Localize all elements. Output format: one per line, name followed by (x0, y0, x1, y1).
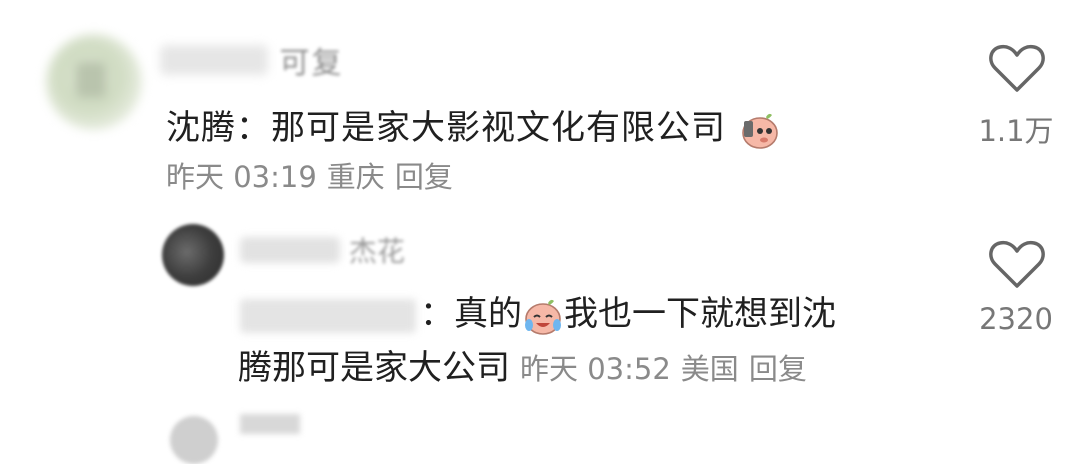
reply-button[interactable]: 回复 (749, 352, 807, 386)
commenter-avatar[interactable] (46, 34, 142, 130)
like-count: 2320 (979, 302, 1053, 336)
reply-text-part2: 我也一下就想到沈 (564, 294, 836, 334)
reply-text-line-1[interactable]: ：真的 我也一下就想到沈 (240, 286, 836, 337)
reply-text-part1: 真的 (454, 294, 522, 334)
reply-button[interactable]: 回复 (395, 160, 453, 194)
username-redacted (240, 237, 340, 263)
heart-outline-icon[interactable] (987, 42, 1047, 94)
reply-avatar[interactable] (162, 224, 224, 286)
username-visible-part: 杰花 (348, 235, 405, 268)
crying-laugh-emoji-icon (522, 295, 564, 337)
mention-separator: ： (420, 294, 454, 334)
comment-location: 重庆 (326, 160, 385, 194)
reply-text-continuation: 腾那可是家大公司 (238, 348, 510, 388)
next-comment-avatar[interactable] (170, 416, 218, 464)
mention-redacted (240, 298, 416, 333)
comment-body: 沈腾：那可是家大影视文化有限公司 (166, 108, 726, 148)
reply-location: 美国 (680, 352, 739, 386)
username-redacted (160, 45, 268, 75)
comment-time: 昨天 03:19 (166, 160, 317, 194)
comment-meta: 昨天 03:19 重庆 回复 (166, 154, 463, 196)
reply-text-line-2: 腾那可是家大公司 昨天 03:52 美国 回复 (238, 340, 817, 389)
username-visible-part: 可复 (279, 46, 344, 81)
comment-text[interactable]: 沈腾：那可是家大影视文化有限公司 (166, 100, 780, 151)
next-comment-username[interactable] (240, 414, 300, 434)
reply-meta: 昨天 03:52 美国 回复 (520, 352, 817, 386)
heart-outline-icon[interactable] (987, 238, 1047, 290)
commenter-username[interactable]: 可复 (160, 38, 344, 81)
reply-username[interactable]: 杰花 (240, 230, 405, 270)
reply-time: 昨天 03:52 (520, 352, 671, 386)
mouse-peek-emoji-icon (738, 109, 780, 151)
like-count: 1.1万 (978, 114, 1054, 148)
